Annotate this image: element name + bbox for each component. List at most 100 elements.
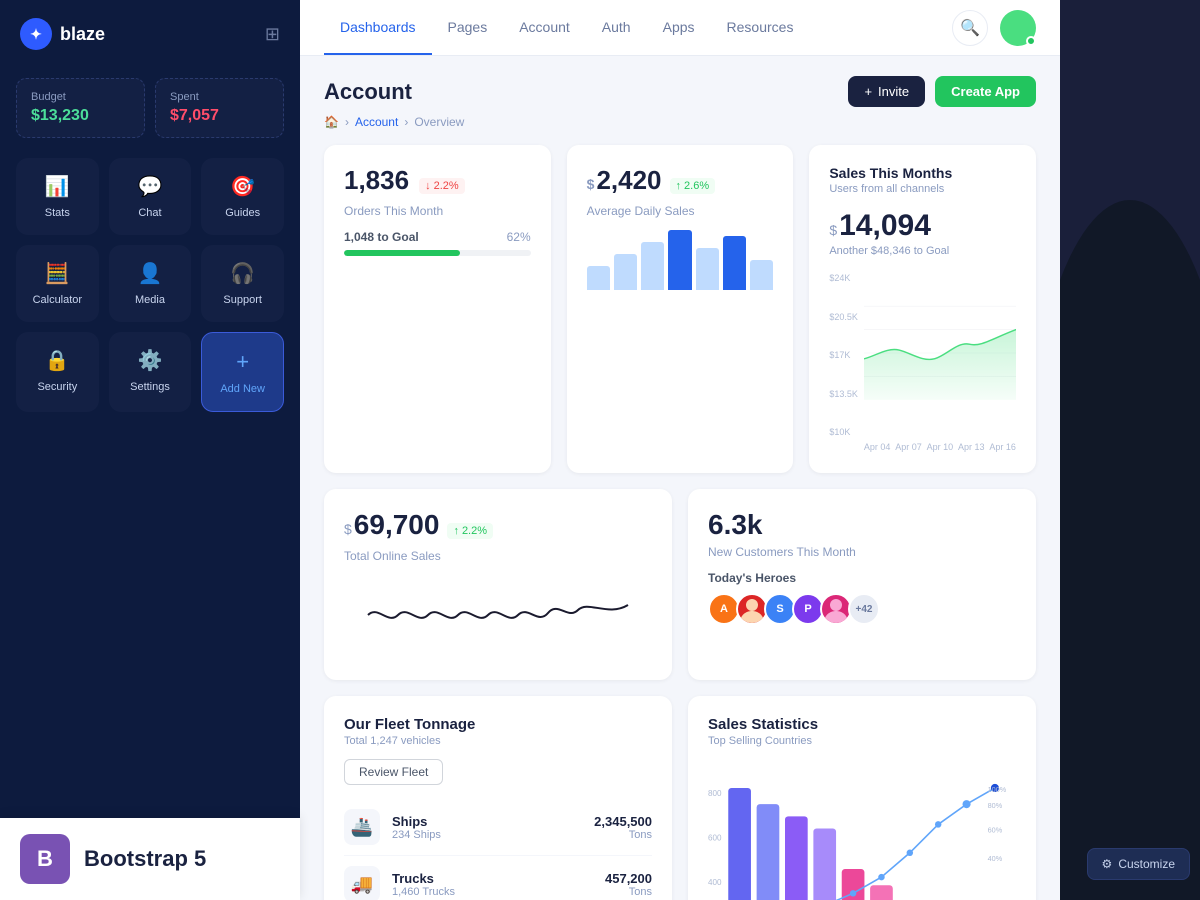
heroes-title: Today's Heroes bbox=[708, 571, 1016, 585]
online-badge-val: 2.2% bbox=[462, 525, 487, 537]
spent-value: $7,057 bbox=[170, 107, 269, 125]
sidebar-item-security[interactable]: 🔒 Security bbox=[16, 332, 99, 412]
breadcrumb-overview: Overview bbox=[414, 115, 464, 129]
orders-badge-value: 2.2% bbox=[434, 180, 459, 192]
budget-label: Budget bbox=[31, 91, 130, 103]
y-label-1: $24K bbox=[829, 273, 858, 283]
sidebar-item-guides[interactable]: 🎯 Guides bbox=[201, 158, 284, 235]
progress-label: 1,048 to Goal bbox=[344, 230, 419, 244]
sidebar-item-support[interactable]: 🎧 Support bbox=[201, 245, 284, 322]
fleet-row-ships: 🚢 Ships 234 Ships 2,345,500 Tons bbox=[344, 799, 652, 856]
tab-resources[interactable]: Resources bbox=[711, 1, 810, 55]
media-icon: 👤 bbox=[138, 261, 163, 286]
security-icon: 🔒 bbox=[45, 348, 70, 373]
bar-1 bbox=[587, 266, 610, 290]
trucks-name: Trucks bbox=[392, 871, 455, 886]
sales-stats-sub: Top Selling Countries bbox=[708, 735, 1016, 747]
orders-value: 1,836 bbox=[344, 165, 409, 196]
tab-dashboards[interactable]: Dashboards bbox=[324, 1, 432, 55]
logo-icon: ✦ bbox=[20, 18, 52, 50]
nav-grid: 📊 Stats 💬 Chat 🎯 Guides 🧮 Calculator 👤 M… bbox=[0, 158, 300, 412]
settings-label: Settings bbox=[130, 381, 170, 393]
sidebar-item-chat[interactable]: 💬 Chat bbox=[109, 158, 192, 235]
sidebar-item-calculator[interactable]: 🧮 Calculator bbox=[16, 245, 99, 322]
ships-unit: Tons bbox=[594, 829, 652, 841]
guides-label: Guides bbox=[225, 207, 260, 219]
calculator-icon: 🧮 bbox=[45, 261, 70, 286]
daily-sales-arrow: ↑ bbox=[676, 180, 682, 192]
invite-button[interactable]: + Invite bbox=[848, 76, 925, 107]
online-sales-prefix: $ bbox=[344, 521, 352, 537]
stats-icon: 📊 bbox=[45, 174, 70, 199]
tab-pages[interactable]: Pages bbox=[432, 1, 504, 55]
orders-label: Orders This Month bbox=[344, 204, 531, 218]
sidebar-item-media[interactable]: 👤 Media bbox=[109, 245, 192, 322]
sales-stats-card: Sales Statistics Top Selling Countries 8… bbox=[688, 696, 1036, 900]
sales-big-prefix: $ bbox=[829, 222, 837, 238]
bar-2 bbox=[614, 254, 637, 290]
right-panel-blob bbox=[1060, 200, 1200, 900]
budget-value: $13,230 bbox=[31, 107, 130, 125]
invite-label: Invite bbox=[878, 84, 909, 99]
create-app-button[interactable]: Create App bbox=[935, 76, 1036, 107]
online-sales-card: $ 69,700 ↑ 2.2% Total Online Sales bbox=[324, 489, 672, 680]
sidebar-item-stats[interactable]: 📊 Stats bbox=[16, 158, 99, 235]
bar-6 bbox=[723, 236, 746, 290]
tab-apps[interactable]: Apps bbox=[647, 1, 711, 55]
user-avatar[interactable] bbox=[1000, 10, 1036, 46]
support-icon: 🎧 bbox=[230, 261, 255, 286]
sales-goal: Another $48,346 to Goal bbox=[829, 245, 1016, 257]
customize-icon: ⚙ bbox=[1102, 857, 1113, 871]
tab-auth[interactable]: Auth bbox=[586, 1, 647, 55]
trucks-value: 457,200 Tons bbox=[605, 871, 652, 898]
search-button[interactable]: 🔍 bbox=[952, 10, 988, 46]
orders-badge: ↓ 2.2% bbox=[419, 178, 465, 194]
sidebar-item-settings[interactable]: ⚙️ Settings bbox=[109, 332, 192, 412]
bar-4 bbox=[668, 230, 691, 290]
progress-row: 1,048 to Goal 62% bbox=[344, 230, 531, 244]
fleet-row-trucks: 🚚 Trucks 1,460 Trucks 457,200 Tons bbox=[344, 856, 652, 900]
svg-text:40%: 40% bbox=[988, 854, 1003, 863]
daily-sales-value: 2,420 bbox=[596, 165, 661, 196]
hero-avatar-count: +42 bbox=[848, 593, 880, 625]
review-fleet-button[interactable]: Review Fleet bbox=[344, 759, 443, 785]
customize-button[interactable]: ⚙ Customize bbox=[1087, 848, 1190, 880]
main-content: Dashboards Pages Account Auth Apps Resou… bbox=[300, 0, 1060, 900]
orders-badge-arrow: ↓ bbox=[425, 180, 431, 192]
online-sales-value: 69,700 bbox=[354, 509, 440, 541]
breadcrumb-sep1: › bbox=[345, 115, 349, 129]
daily-sales-badge: ↑ 2.6% bbox=[670, 178, 716, 194]
tab-account[interactable]: Account bbox=[503, 1, 586, 55]
invite-plus-icon: + bbox=[864, 84, 872, 99]
sales-stats-title: Sales Statistics bbox=[708, 716, 1016, 733]
guides-icon: 🎯 bbox=[230, 174, 255, 199]
fleet-card: Our Fleet Tonnage Total 1,247 vehicles R… bbox=[324, 696, 672, 900]
daily-sales-prefix: $ bbox=[587, 176, 595, 192]
daily-sales-label: Average Daily Sales bbox=[587, 204, 774, 218]
ships-count: 234 Ships bbox=[392, 829, 441, 841]
sidebar: ✦ blaze ⊞ Budget $13,230 Spent $7,057 📊 … bbox=[0, 0, 300, 900]
add-new-icon: + bbox=[236, 349, 249, 375]
breadcrumb-account[interactable]: Account bbox=[355, 115, 398, 129]
daily-sales-badge-value: 2.6% bbox=[684, 180, 709, 192]
sales-month-title: Sales This Months bbox=[829, 165, 1016, 181]
svg-text:80%: 80% bbox=[988, 801, 1003, 810]
page-content: Account + Invite Create App 🏠 › Account … bbox=[300, 56, 1060, 900]
app-name: blaze bbox=[60, 24, 105, 45]
bootstrap-badge: B Bootstrap 5 bbox=[0, 818, 300, 900]
security-label: Security bbox=[37, 381, 77, 393]
mini-bar-chart bbox=[587, 230, 774, 290]
sidebar-item-add-new[interactable]: + Add New bbox=[201, 332, 284, 412]
stats-label: Stats bbox=[45, 207, 70, 219]
breadcrumb: 🏠 › Account › Overview bbox=[324, 115, 1036, 129]
trucks-icon: 🚚 bbox=[344, 866, 380, 900]
breadcrumb-sep2: › bbox=[404, 115, 408, 129]
second-row: $ 69,700 ↑ 2.2% Total Online Sales 6.3k … bbox=[324, 489, 1036, 680]
sales-month-card: Sales This Months Users from all channel… bbox=[809, 145, 1036, 473]
spent-label: Spent bbox=[170, 91, 269, 103]
budget-card: Budget $13,230 bbox=[16, 78, 145, 138]
topnav-links: Dashboards Pages Account Auth Apps Resou… bbox=[324, 1, 809, 55]
sidebar-header: ✦ blaze ⊞ bbox=[0, 0, 300, 68]
menu-icon[interactable]: ⊞ bbox=[265, 24, 280, 45]
line-chart-svg bbox=[864, 273, 1016, 433]
